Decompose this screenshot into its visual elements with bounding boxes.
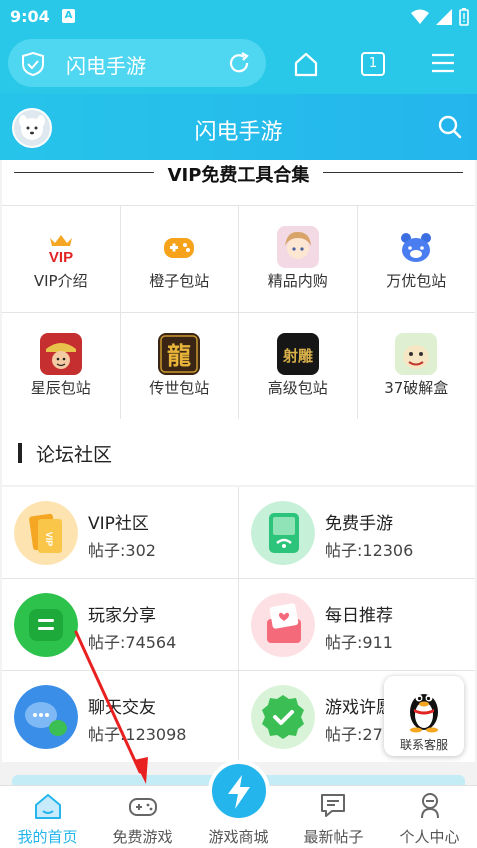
tool-label: 万优包站 xyxy=(386,272,447,290)
status-time: 9:04 xyxy=(10,7,50,26)
gamepad-nav-icon xyxy=(128,798,157,816)
person-icon xyxy=(420,793,439,819)
page-title: 闪电手游 xyxy=(194,120,283,145)
tool-label: VIP介绍 xyxy=(33,272,88,290)
tool-label: 星辰包站 xyxy=(30,379,91,397)
tool-item[interactable]: 万优包站 xyxy=(357,206,475,312)
svg-text:VIP: VIP xyxy=(49,249,73,266)
svg-text:龍: 龍 xyxy=(167,341,191,370)
tabs-counter[interactable]: 1 xyxy=(361,52,385,76)
daily-recommend-icon xyxy=(251,593,315,657)
nav-label: 我的首页 xyxy=(17,828,78,846)
tool-label: 传世包站 xyxy=(149,379,210,397)
wish-badge-icon xyxy=(251,685,315,749)
wifi-icon xyxy=(411,9,429,24)
vip-folder-icon: VIP xyxy=(14,501,78,565)
home-browser-icon[interactable] xyxy=(292,50,320,78)
tool-label: 高级包站 xyxy=(267,379,328,397)
divider xyxy=(323,172,463,173)
nav-latest-posts[interactable]: 最新帖子 xyxy=(286,786,381,848)
notification-badge: A xyxy=(62,9,75,23)
cartoon-icon xyxy=(395,333,438,375)
forum-section-title: 论坛社区 xyxy=(36,444,113,466)
tool-item[interactable]: 精品内购 xyxy=(239,206,357,312)
tool-label: 精品内购 xyxy=(267,272,328,290)
vip-section-title: VIP免费工具合集 xyxy=(167,165,310,186)
svg-text:射雕: 射雕 xyxy=(282,347,313,365)
vip-crown-icon: VIP xyxy=(49,235,73,266)
forum-post-count: 帖子:123098 xyxy=(88,725,187,744)
customer-service-label: 联系客服 xyxy=(399,738,448,752)
forum-item[interactable]: 免费手游 帖子:12306 xyxy=(239,487,475,578)
forum-post-count: 帖子:27 xyxy=(325,725,383,744)
nav-label: 免费游戏 xyxy=(112,828,173,846)
tool-item[interactable]: 龍 传世包站 xyxy=(120,313,238,419)
tool-item[interactable]: VIP VIP介绍 xyxy=(2,206,120,312)
forum-item[interactable]: 每日推荐 帖子:911 xyxy=(239,579,475,670)
chat-icon xyxy=(320,794,345,817)
anime-girl-icon xyxy=(276,226,319,268)
forum-name: 游戏许愿 xyxy=(325,698,393,718)
tool-label: 橙子包站 xyxy=(149,272,210,290)
forum-item[interactable]: VIP VIP社区 帖子:302 xyxy=(2,487,238,578)
app-header: 闪电手游 xyxy=(0,94,477,160)
forum-name: VIP社区 xyxy=(88,514,149,534)
forum-name: 免费手游 xyxy=(325,514,393,534)
tool-item[interactable]: 射雕 高级包站 xyxy=(239,313,357,419)
forum-post-count: 帖子:911 xyxy=(325,633,393,652)
forum-item[interactable]: 玩家分享 帖子:74564 xyxy=(2,579,238,670)
vip-section-header: VIP免费工具合集 xyxy=(2,160,475,205)
free-games-icon xyxy=(251,501,315,565)
forum-name: 每日推荐 xyxy=(325,606,393,626)
forum-post-count: 帖子:74564 xyxy=(88,633,177,652)
qq-penguin-icon xyxy=(410,694,438,733)
chat-bubble-icon xyxy=(14,685,78,749)
gamepad-icon xyxy=(164,238,195,258)
nav-free-games[interactable]: 免费游戏 xyxy=(95,786,190,848)
nav-label: 最新帖子 xyxy=(303,828,364,846)
tool-item[interactable]: 星辰包站 xyxy=(2,313,120,419)
forum-name: 聊天交友 xyxy=(88,698,156,718)
search-icon[interactable] xyxy=(437,114,463,140)
section-marker xyxy=(18,443,22,463)
customer-service-button[interactable]: 联系客服 xyxy=(384,676,464,756)
lightning-icon xyxy=(228,775,250,809)
svg-text:VIP: VIP xyxy=(44,532,54,547)
forum-name: 玩家分享 xyxy=(88,606,156,626)
tools-grid: VIP VIP介绍 橙子包站 精品内购 万优包站 星辰包站 龍 传世包站 射雕 … xyxy=(2,205,475,419)
forum-post-count: 帖子:12306 xyxy=(325,541,414,560)
forum-section-header: 论坛社区 xyxy=(2,419,475,485)
reload-icon[interactable] xyxy=(226,50,252,76)
share-icon xyxy=(14,593,78,657)
nav-profile[interactable]: 个人中心 xyxy=(382,786,477,848)
game-store-center-button[interactable] xyxy=(208,760,270,822)
home-icon xyxy=(34,794,61,819)
shediao-icon: 射雕 xyxy=(276,333,319,375)
shield-icon xyxy=(22,51,44,77)
browser-toolbar: 闪电手游 1 xyxy=(0,34,477,94)
battery-icon xyxy=(459,8,469,26)
menu-icon[interactable] xyxy=(430,50,456,76)
tool-label: 37破解盒 xyxy=(384,379,449,397)
nav-home[interactable]: 我的首页 xyxy=(0,786,95,848)
nav-label: 游戏商城 xyxy=(208,828,269,846)
nav-label: 个人中心 xyxy=(399,828,460,846)
tool-item[interactable]: 37破解盒 xyxy=(357,313,475,419)
pirate-icon xyxy=(39,333,82,375)
signal-icon xyxy=(436,9,452,25)
address-text: 闪电手游 xyxy=(66,54,146,78)
dragon-icon: 龍 xyxy=(158,333,201,375)
forum-post-count: 帖子:302 xyxy=(88,541,156,560)
status-bar: 9:04 A xyxy=(0,0,477,34)
tool-item[interactable]: 橙子包站 xyxy=(120,206,238,312)
bear-icon xyxy=(401,233,432,262)
forum-item[interactable]: 聊天交友 帖子:123098 xyxy=(2,671,238,762)
address-bar[interactable]: 闪电手游 xyxy=(8,39,266,87)
system-icons xyxy=(411,8,469,26)
